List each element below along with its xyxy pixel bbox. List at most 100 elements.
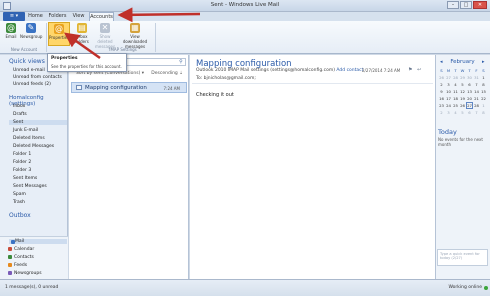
calendar-day[interactable]: 6 [466, 109, 473, 116]
calendar-day[interactable]: 12 [459, 88, 466, 95]
folder-sent-messages[interactable]: Sent Messages [13, 184, 47, 189]
folder-deleted-messages[interactable]: Deleted Messages [13, 144, 54, 149]
view-downloaded-button[interactable]: ▦ View downloaded messages [118, 22, 152, 49]
newsgroup-button[interactable]: ✎ Newsgroup [20, 22, 42, 46]
quick-event-input[interactable]: Type a quick event for today (2/27) [437, 249, 488, 266]
calendar-day[interactable]: 22 [480, 95, 487, 102]
calendar-day[interactable]: 15 [480, 88, 487, 95]
maximize-button[interactable]: □ [460, 1, 472, 9]
folder-sent[interactable]: Sent [9, 120, 67, 125]
calendar-day[interactable]: 3 [445, 81, 452, 88]
calendar-day[interactable]: 31 [473, 74, 480, 81]
calendar-day[interactable]: 8 [480, 81, 487, 88]
calendar-day[interactable]: 21 [473, 95, 480, 102]
close-button[interactable]: ✕ [473, 1, 487, 9]
message-row[interactable]: Mapping configuration 7:24 AM [71, 82, 187, 93]
calendar-day[interactable]: 1 [480, 102, 487, 109]
calendar-day[interactable]: 25 [452, 102, 459, 109]
tab-view[interactable]: View [71, 12, 86, 21]
calendar-day[interactable]: 28 [452, 74, 459, 81]
nav-contacts-label: Contacts [14, 255, 34, 260]
calendar-day[interactable]: 2 [438, 109, 445, 116]
minimize-button[interactable]: – [447, 1, 459, 9]
weekday-header: T [454, 68, 457, 73]
outbox-heading[interactable]: Outbox [9, 212, 31, 219]
calendar-day[interactable]: 3 [445, 109, 452, 116]
calendar-day[interactable]: 4 [452, 81, 459, 88]
calendar-week: 2 3 4 5 6 7 8 [438, 109, 487, 116]
calendar-day[interactable]: 5 [459, 109, 466, 116]
calendar-day[interactable]: 14 [473, 88, 480, 95]
sort-direction-toggle[interactable]: Descending ⇣ [151, 71, 183, 76]
search-icon[interactable]: ⚲ [178, 59, 184, 65]
folder-unread-feeds[interactable]: Unread feeds (2) [13, 82, 51, 87]
folder-trash[interactable]: Trash [13, 200, 25, 205]
calendar-day[interactable]: 11 [452, 88, 459, 95]
folder-junk[interactable]: Junk E-mail [13, 128, 38, 133]
calendar-day[interactable]: 28 [473, 102, 480, 109]
calendar-day[interactable]: 18 [452, 95, 459, 102]
tab-accounts[interactable]: Accounts [89, 12, 114, 21]
calendar-day[interactable]: 13 [466, 88, 473, 95]
inbox-folders-button[interactable]: ▤ Inbox folders [72, 22, 92, 46]
folder-deleted-items[interactable]: Deleted Items [13, 136, 45, 141]
folder-unread-contacts[interactable]: Unread from contacts [13, 75, 62, 80]
calendar-day[interactable]: 10 [445, 88, 452, 95]
nav-contacts[interactable]: Contacts [8, 255, 34, 260]
calendar-day[interactable]: 19 [459, 95, 466, 102]
calendar-day-today[interactable]: 27 [466, 102, 473, 109]
calendar-day[interactable]: 9 [438, 88, 445, 95]
file-menu-button[interactable]: ≡ ▾ [3, 12, 25, 21]
nav-newsgroups[interactable]: Newsgroups [8, 271, 42, 276]
calendar-day[interactable]: 16 [438, 95, 445, 102]
folder-2[interactable]: Folder 2 [13, 160, 31, 165]
calendar-day[interactable]: 4 [452, 109, 459, 116]
calendar-day[interactable]: 7 [473, 81, 480, 88]
group-label-imap-settings: IMAP Settings [109, 47, 137, 52]
calendar-day[interactable]: 7 [473, 109, 480, 116]
calendar-day[interactable]: 6 [466, 81, 473, 88]
nav-calendar-label: Calendar [14, 247, 35, 252]
calendar-day[interactable]: 26 [459, 102, 466, 109]
calendar-day[interactable]: 26 [438, 74, 445, 81]
reply-icon[interactable]: ↩ [417, 67, 421, 73]
nav-calendar[interactable]: Calendar [8, 247, 35, 252]
tab-folders[interactable]: Folders [48, 12, 67, 21]
calendar-day[interactable]: 29 [459, 74, 466, 81]
folder-spam[interactable]: Spam [13, 192, 26, 197]
calendar-day[interactable]: 24 [445, 102, 452, 109]
folder-sent-items[interactable]: Sent Items [13, 176, 37, 181]
folder-3[interactable]: Folder 3 [13, 168, 31, 173]
folder-drafts[interactable]: Drafts [13, 112, 27, 117]
folder-1[interactable]: Folder 1 [13, 152, 31, 157]
calendar-day[interactable]: 20 [466, 95, 473, 102]
calendar-day[interactable]: 27 [445, 74, 452, 81]
ribbon-group-separator [46, 23, 47, 52]
reading-pane [190, 55, 435, 279]
calendar-day[interactable]: 2 [438, 81, 445, 88]
calendar-day[interactable]: 1 [480, 74, 487, 81]
newsgroup-label: Newsgroup [20, 34, 43, 39]
calendar-day[interactable]: 23 [438, 102, 445, 109]
calendar-day[interactable]: 8 [480, 109, 487, 116]
show-deleted-button[interactable]: ✕ Show deleted messages [93, 22, 117, 49]
today-heading: Today [438, 128, 457, 136]
folder-unread-email[interactable]: Unread e-mail [13, 68, 45, 73]
calendar-next-button[interactable]: ▸ [482, 59, 485, 65]
flag-icon[interactable]: ⚑ [408, 67, 412, 73]
envelope-icon [76, 85, 82, 90]
title-bar: Sent - Windows Live Mail – □ ✕ [0, 0, 490, 12]
add-contact-link[interactable]: Add contact [336, 68, 363, 73]
weekday-header: F [475, 68, 478, 73]
calendar-day[interactable]: 17 [445, 95, 452, 102]
email-account-button[interactable]: @ Email [4, 22, 18, 46]
tab-home[interactable]: Home [27, 12, 44, 21]
calendar-day[interactable]: 5 [459, 81, 466, 88]
properties-button[interactable]: @ Properties [48, 22, 70, 46]
nav-mail[interactable]: Mail [9, 239, 67, 244]
quick-views-heading[interactable]: Quick views [9, 58, 45, 65]
nav-feeds[interactable]: Feeds [8, 263, 27, 268]
folder-inbox[interactable]: Inbox [13, 104, 25, 109]
calendar-day[interactable]: 30 [466, 74, 473, 81]
message-date: 7:24 AM [163, 86, 180, 91]
